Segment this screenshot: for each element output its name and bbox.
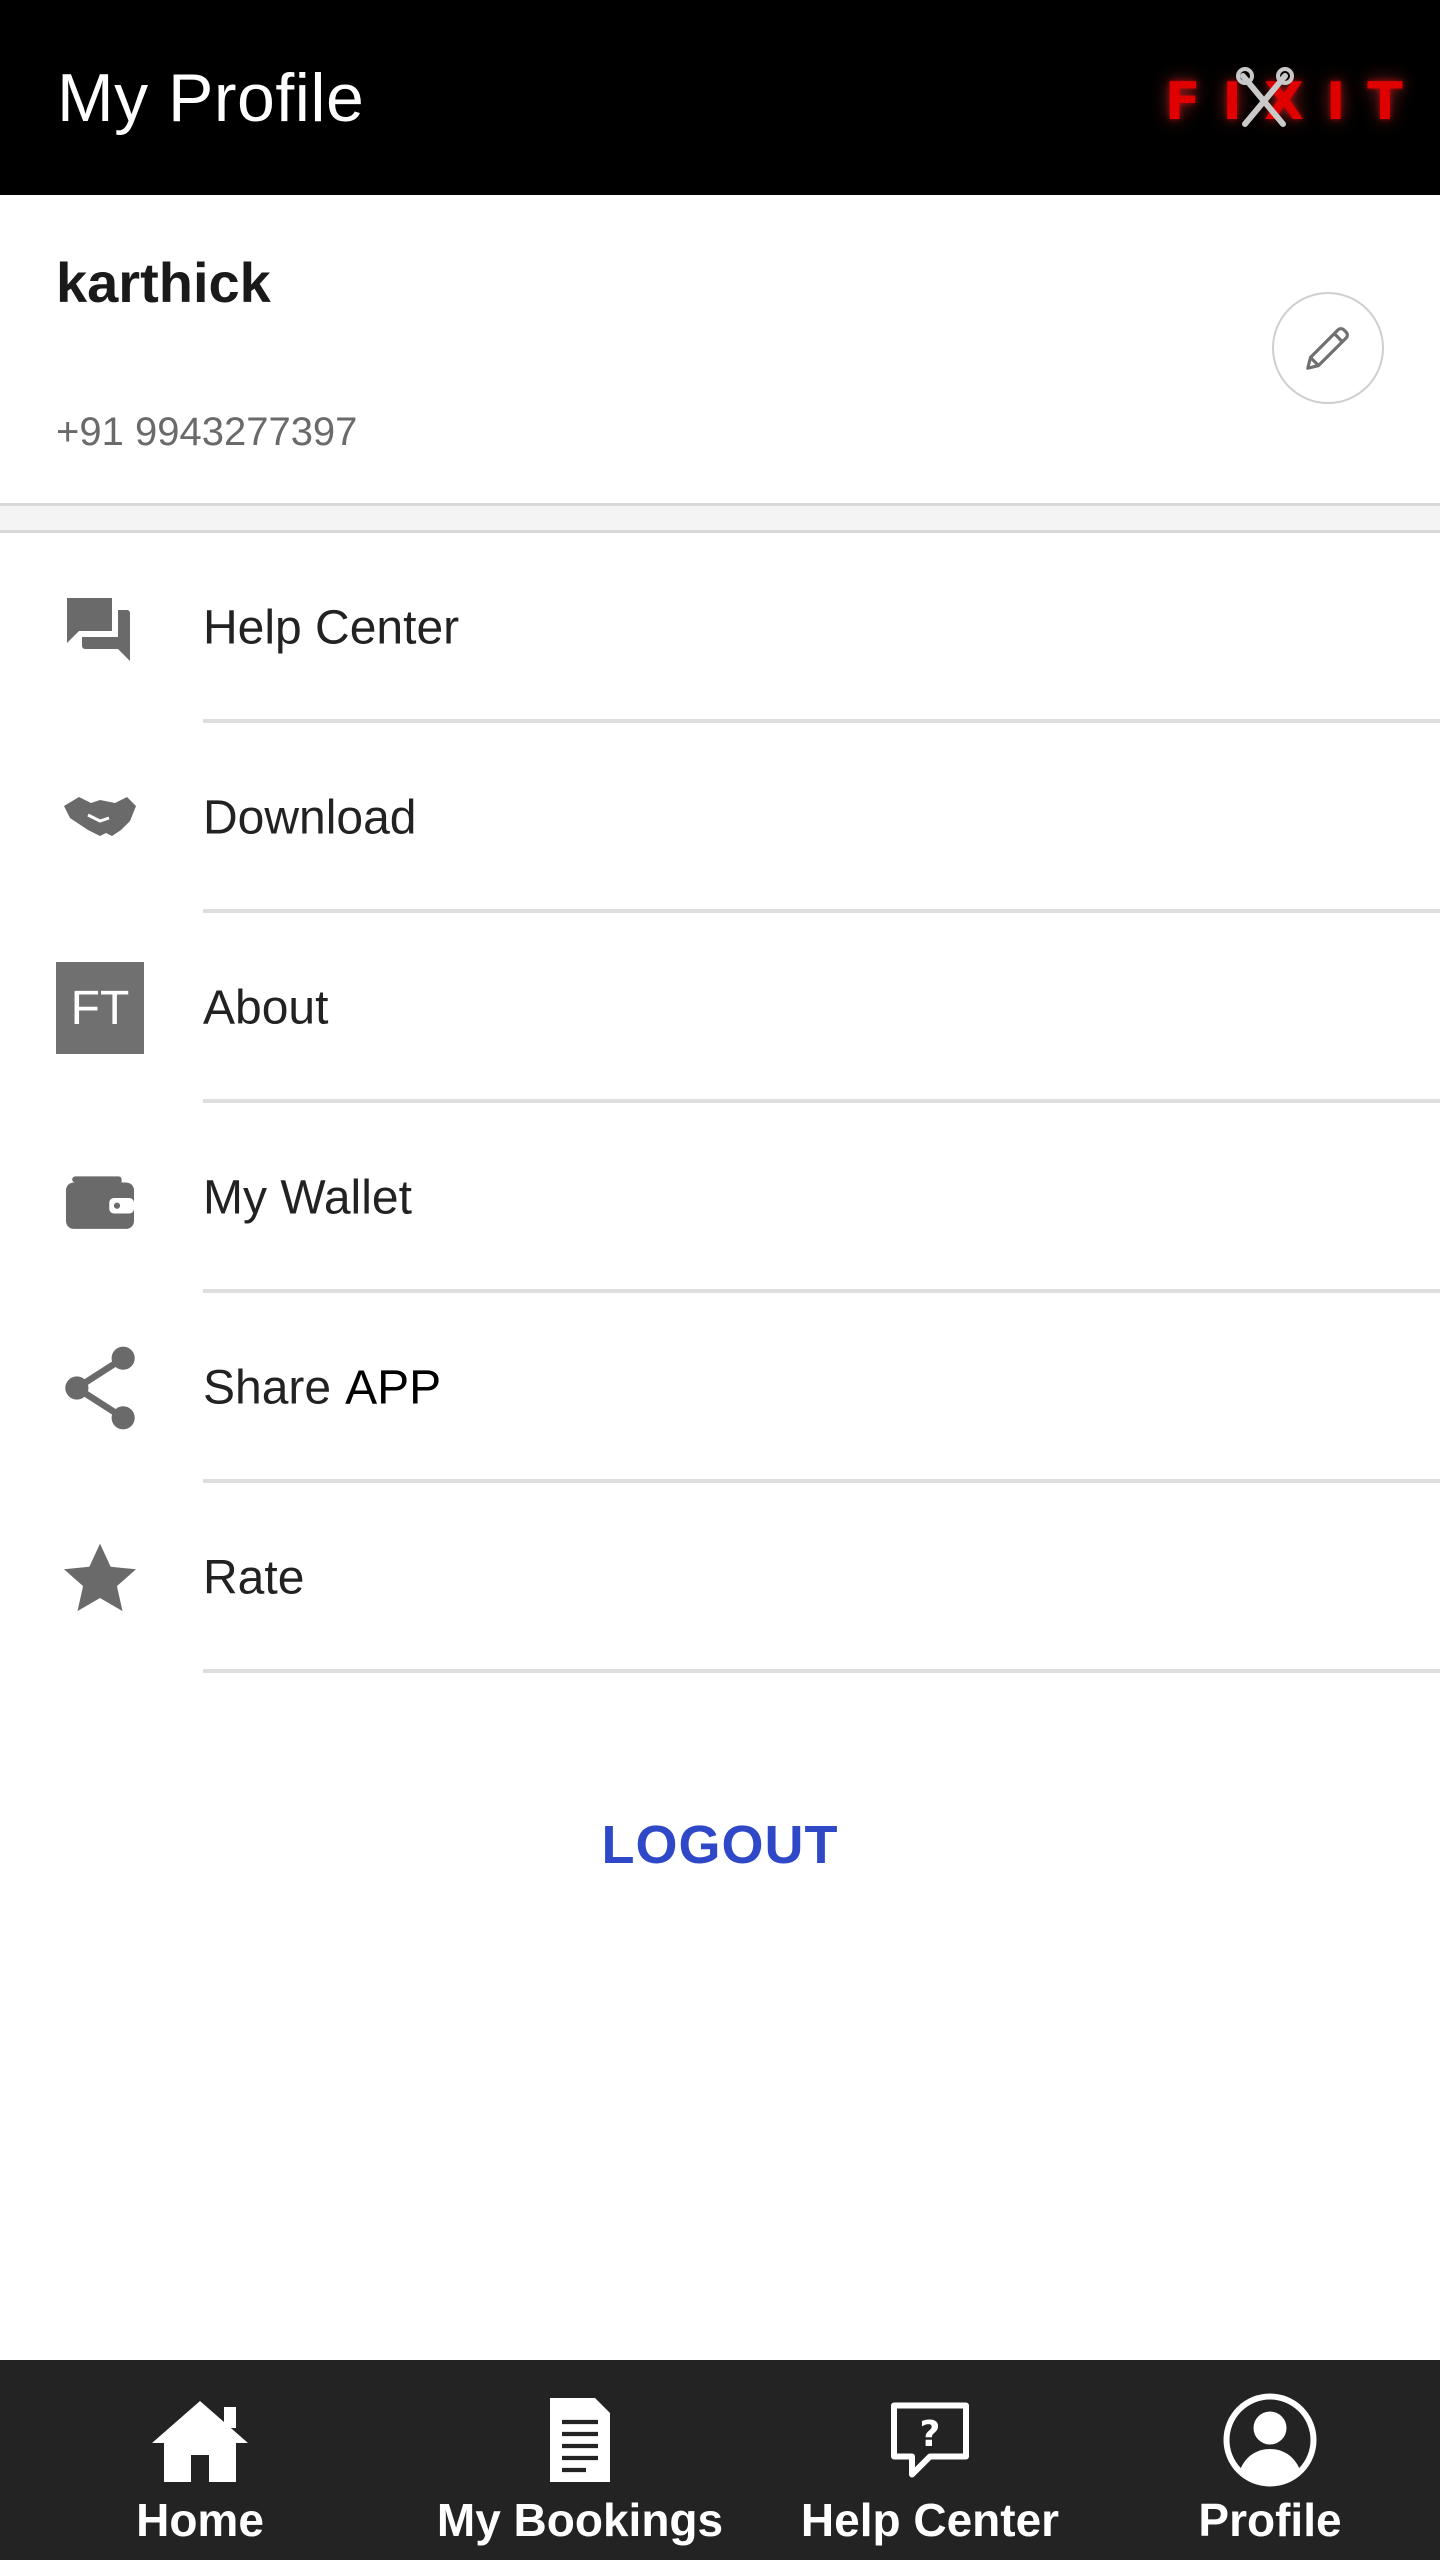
svg-text:?: ?: [920, 2414, 941, 2455]
menu-item-label: Download: [203, 791, 417, 845]
nav-label: My Bookings: [436, 2494, 724, 2546]
bottom-nav: Home My Bookings ? Help Center Profile: [0, 2360, 1440, 2560]
nav-item-profile[interactable]: Profile: [1100, 2360, 1440, 2560]
menu-item-label: About: [203, 981, 329, 1035]
menu-item-label: Share APP: [203, 1361, 441, 1416]
profile-menu: Help Center Download FT About My Wallet …: [0, 533, 1440, 1673]
share-label-suffix: APP: [345, 1361, 442, 1415]
document-icon: [544, 2392, 616, 2488]
ft-logo-icon: FT: [56, 962, 144, 1054]
brand-logo: FIXIT: [1165, 67, 1425, 134]
profile-card: karthick +91 9943277397: [0, 195, 1440, 505]
menu-divider: [203, 1669, 1440, 1673]
nav-label: Help Center: [800, 2494, 1060, 2546]
menu-item-label: Rate: [203, 1551, 305, 1605]
page-title: My Profile: [57, 59, 365, 136]
menu-item-share-app[interactable]: Share APP: [0, 1293, 1440, 1483]
ft-badge: FT: [56, 962, 144, 1054]
user-circle-icon: [1222, 2392, 1318, 2488]
logout-button[interactable]: LOGOUT: [520, 1800, 920, 1890]
nav-label: Home: [136, 2494, 264, 2546]
home-icon: [146, 2392, 254, 2488]
share-label: Share: [203, 1361, 332, 1415]
share-icon: [56, 1344, 144, 1432]
menu-item-my-wallet[interactable]: My Wallet: [0, 1103, 1440, 1293]
section-divider: [0, 503, 1440, 533]
user-name: karthick: [56, 251, 271, 314]
handshake-icon: [56, 774, 144, 862]
app-bar: My Profile FIXIT: [0, 0, 1440, 195]
nav-item-my-bookings[interactable]: My Bookings: [400, 2360, 760, 2560]
menu-item-download[interactable]: Download: [0, 723, 1440, 913]
menu-item-label: My Wallet: [203, 1171, 412, 1225]
chat-bubbles-icon: [56, 584, 144, 672]
edit-profile-button[interactable]: [1272, 292, 1384, 404]
star-icon: [56, 1534, 144, 1622]
wallet-icon: [56, 1154, 144, 1242]
nav-label: Profile: [1198, 2494, 1342, 2546]
user-phone: +91 9943277397: [56, 410, 358, 454]
menu-item-rate[interactable]: Rate: [0, 1483, 1440, 1673]
menu-item-about[interactable]: FT About: [0, 913, 1440, 1103]
menu-item-label: Help Center: [203, 601, 460, 655]
tools-icon: [1236, 67, 1294, 127]
nav-item-home[interactable]: Home: [0, 2360, 400, 2560]
menu-item-help-center[interactable]: Help Center: [0, 533, 1440, 723]
pencil-icon: [1306, 327, 1349, 370]
nav-item-help-center[interactable]: ? Help Center: [760, 2360, 1100, 2560]
help-bubble-icon: ?: [888, 2392, 972, 2488]
